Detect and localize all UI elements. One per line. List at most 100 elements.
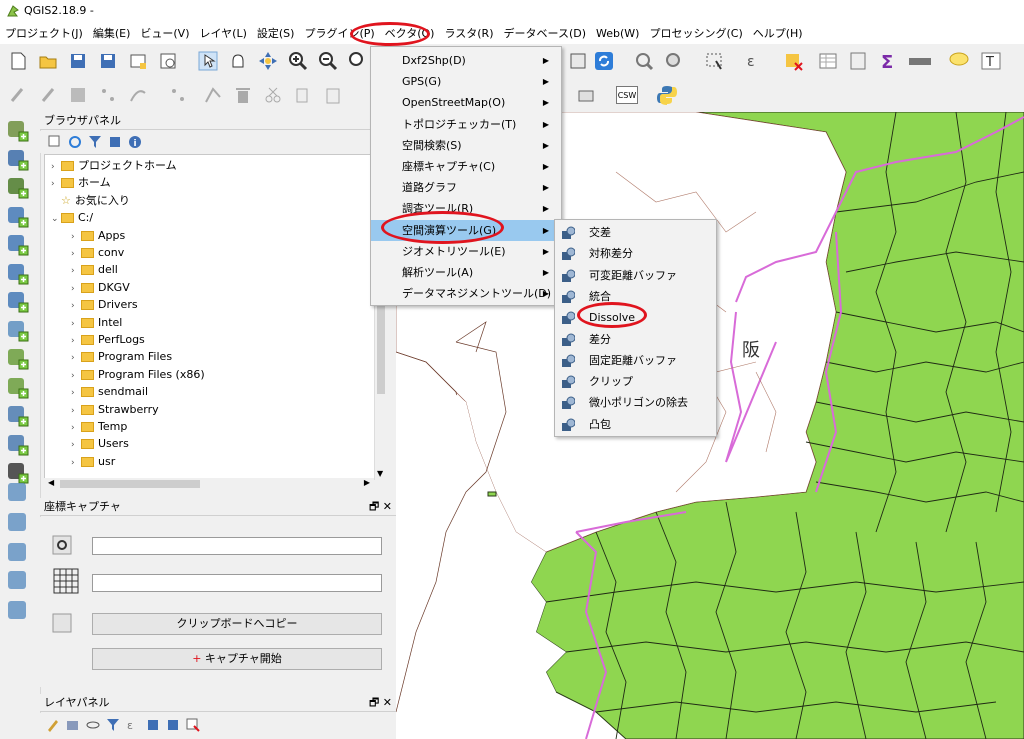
collapse-all-icon[interactable] [166, 718, 180, 732]
tree-item[interactable]: › プロジェクトホーム [51, 157, 177, 174]
menu-web[interactable]: Web(W) [591, 27, 644, 40]
save-project-icon[interactable] [68, 51, 88, 71]
geoprocessing-menu-item[interactable]: Dissolve [555, 307, 714, 328]
crs-icon[interactable] [52, 535, 72, 555]
start-capture-button[interactable]: + キャプチャ開始 [92, 648, 382, 670]
tree-item[interactable]: › Users [71, 435, 129, 452]
save-edits-icon[interactable] [68, 85, 88, 105]
tree-item[interactable]: › PerfLogs [71, 331, 145, 348]
vector-menu-item[interactable]: データマネジメントツール(D) ▶ [371, 283, 559, 304]
new-project-icon[interactable] [8, 51, 28, 71]
expression-icon[interactable]: ε [126, 718, 140, 732]
tree-item[interactable]: › Program Files [71, 348, 172, 365]
identify-icon[interactable] [634, 51, 654, 71]
menu-settings[interactable]: 設定(S) [252, 25, 300, 41]
collapse-all-icon[interactable] [108, 135, 122, 149]
add-point-icon[interactable] [98, 85, 118, 105]
vector-menu-item[interactable]: トポロジチェッカー(T) ▶ [371, 114, 559, 135]
geoprocessing-menu-item[interactable]: 対称差分 [555, 243, 714, 264]
panel-close-icon[interactable]: 🗗 ✕ [369, 498, 392, 516]
menu-plugins[interactable]: プラグイン(P) [299, 25, 379, 41]
tree-item[interactable]: › Intel [71, 314, 122, 331]
vector-menu-item[interactable]: 空間演算ツール(G) ▶ [371, 219, 559, 241]
tree-item[interactable]: › sendmail [71, 383, 148, 400]
refresh-icon[interactable] [594, 51, 614, 71]
vector-menu-item[interactable]: ジオメトリツール(E) ▶ [371, 241, 559, 262]
filter-icon[interactable] [88, 135, 102, 149]
scroll-thumb-h[interactable] [60, 480, 200, 488]
menu-vector[interactable]: ベクタ(O) [380, 25, 440, 41]
add-group-icon[interactable] [66, 718, 80, 732]
plugin-icon[interactable] [5, 598, 31, 624]
scroll-right-icon[interactable]: ▶ [364, 478, 370, 487]
visibility-eye-icon[interactable] [86, 718, 100, 732]
pan-map-icon[interactable] [228, 51, 248, 71]
add-wfs-layer-icon[interactable] [5, 289, 31, 315]
tree-item[interactable]: › usr [71, 453, 115, 470]
tree-item[interactable]: ☆ お気に入り [51, 192, 130, 209]
browser-tree[interactable]: › プロジェクトホーム › ホーム ☆ お気に入り ⌄ C:/› Apps › conv › dell ›… [44, 154, 386, 480]
cut-features-icon[interactable] [263, 85, 283, 105]
copy-features-icon[interactable] [293, 85, 313, 105]
menu-view[interactable]: ビュー(V) [135, 25, 194, 41]
add-polygon-icon[interactable] [168, 85, 188, 105]
geoprocessing-menu-item[interactable]: 交差 [555, 222, 714, 243]
geoprocessing-menu-item[interactable]: 固定距離バッファ [555, 350, 714, 371]
filter-icon[interactable] [106, 718, 120, 732]
touch-zoom-icon[interactable] [198, 51, 218, 71]
geoprocessing-menu-item[interactable]: 凸包 [555, 414, 714, 435]
attribute-table-icon[interactable] [818, 51, 838, 71]
vector-menu-item[interactable]: 調査ツール(R) ▶ [371, 198, 559, 219]
add-spatialite-layer-icon[interactable] [5, 318, 31, 344]
tree-item[interactable]: › Program Files (x86) [71, 366, 205, 383]
paste-features-icon[interactable] [323, 85, 343, 105]
browser-hscrollbar[interactable]: ◀ ▶ [44, 478, 374, 490]
new-print-composer-icon[interactable] [128, 51, 148, 71]
deselect-icon[interactable] [784, 51, 804, 71]
gps-icon[interactable] [5, 540, 31, 566]
zoom-in-icon[interactable] [288, 51, 308, 71]
select-features-icon[interactable] [664, 51, 684, 71]
statistics-sigma-icon[interactable]: Σ [878, 51, 898, 71]
tree-item[interactable]: › ホーム [51, 174, 111, 191]
panel-close-icon[interactable]: 🗗 ✕ [369, 694, 392, 712]
vector-menu-item[interactable]: 座標キャプチャ(C) ▶ [371, 156, 559, 177]
chevron-down-icon[interactable]: ⌄ [51, 211, 61, 228]
vector-menu-item[interactable]: GPS(G) ▶ [371, 71, 559, 92]
capture-point-icon[interactable] [5, 480, 31, 506]
tree-item[interactable]: › DKGV [71, 279, 130, 296]
menu-database[interactable]: データベース(D) [499, 25, 592, 41]
style-icon[interactable] [46, 718, 60, 732]
add-postgis-layer-icon[interactable] [5, 204, 31, 230]
tree-item[interactable]: › dell [71, 261, 118, 278]
add-wms-layer-icon[interactable] [5, 232, 31, 258]
toggle-editing-icon[interactable] [38, 85, 58, 105]
tree-item[interactable]: › Temp [71, 418, 127, 435]
delete-selected-icon[interactable] [233, 85, 253, 105]
scroll-left-icon[interactable]: ◀ [48, 478, 54, 487]
open-project-icon[interactable] [38, 51, 58, 71]
zoom-out-icon[interactable] [318, 51, 338, 71]
vector-menu-item[interactable]: OpenStreetMap(O) ▶ [371, 92, 559, 113]
new-gpx-icon[interactable] [5, 432, 31, 458]
pan-to-selection-icon[interactable] [258, 51, 278, 71]
add-vector-layer-icon[interactable] [5, 118, 31, 144]
info-icon[interactable]: i [128, 135, 142, 149]
add-delimited-text-icon[interactable] [5, 175, 31, 201]
menu-help[interactable]: ヘルプ(H) [748, 25, 808, 41]
vector-menu-item[interactable]: 道路グラフ ▶ [371, 177, 559, 198]
add-raster-layer-icon[interactable] [5, 147, 31, 173]
menu-raster[interactable]: ラスタ(R) [439, 25, 498, 41]
add-layer-icon[interactable] [568, 51, 588, 71]
expand-all-icon[interactable] [146, 718, 160, 732]
menu-edit[interactable]: 編集(E) [88, 25, 136, 41]
node-tool-icon[interactable] [203, 85, 223, 105]
digitize-icon[interactable] [5, 510, 31, 536]
new-spatialite-icon[interactable] [5, 403, 31, 429]
refresh-icon[interactable] [68, 135, 82, 149]
vector-menu-item[interactable]: Dxf2Shp(D) ▶ [371, 50, 559, 71]
geoprocessing-menu-item[interactable]: 微小ポリゴンの除去 [555, 392, 714, 413]
select-expression-icon[interactable]: ε [744, 51, 764, 71]
coord-field-1[interactable] [92, 537, 382, 555]
add-wcs-layer-icon[interactable] [5, 261, 31, 287]
